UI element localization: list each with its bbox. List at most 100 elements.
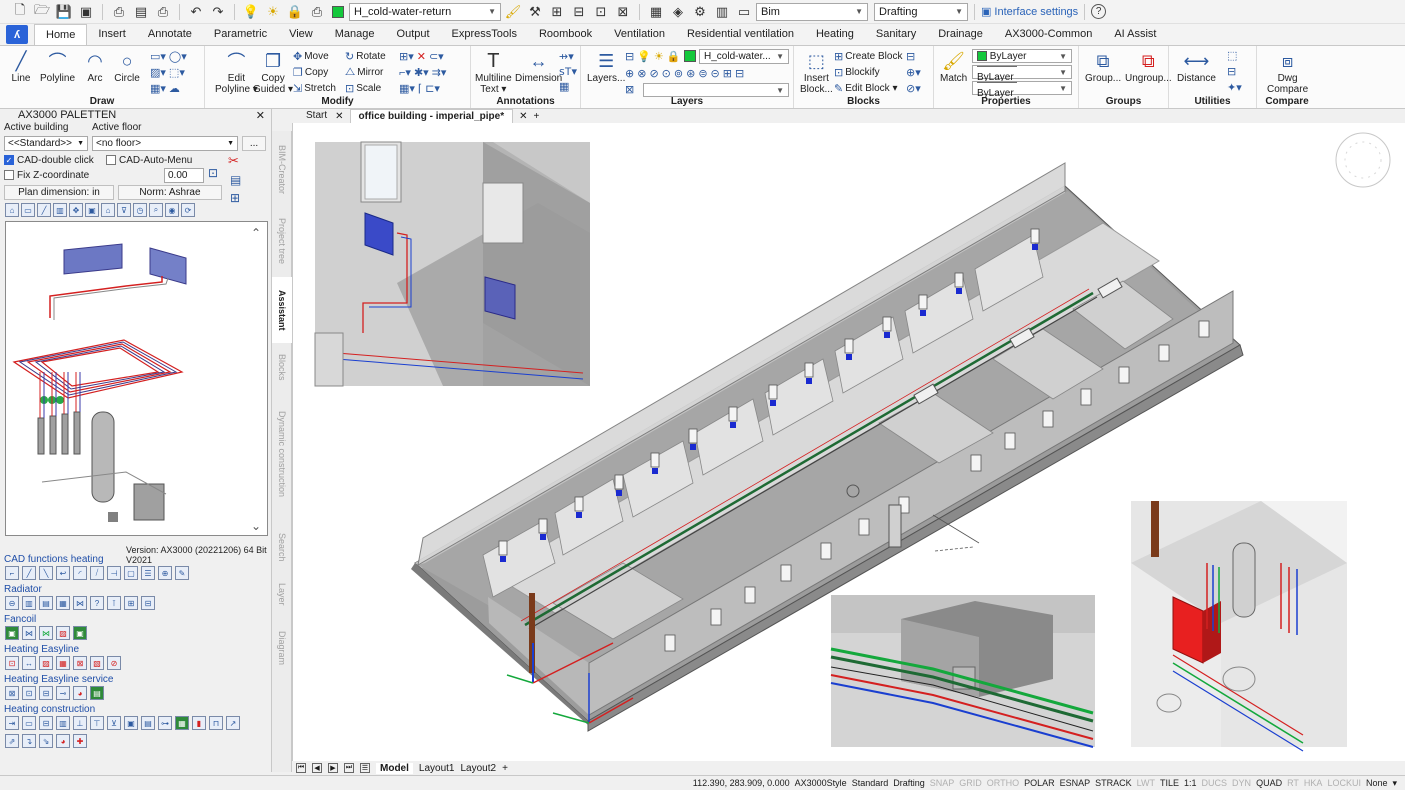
layer-combo[interactable]: H_cold-water-return ▼ <box>349 2 501 21</box>
side-tab-diagram[interactable]: Diagram <box>272 625 292 671</box>
tab-roombook[interactable]: Roombook <box>528 24 603 45</box>
rectangle-icon[interactable]: ▭▾ <box>150 50 166 63</box>
easyline-c-icon[interactable]: ▨ <box>39 656 53 670</box>
save-as-icon[interactable]: ▣ <box>76 2 96 22</box>
layer-tools-row-2[interactable]: ⊕ ⊗ ⊘ ⊙ ⊚ ⊛ ⊜ ⊝ ⊞ ⊟ <box>625 67 744 80</box>
construct-d-icon[interactable]: ▥ <box>56 716 70 730</box>
print-icon[interactable]: ⎙ <box>153 2 173 22</box>
collapse-down-icon[interactable]: ⌄ <box>251 519 261 533</box>
ungroup-button[interactable]: ⧉ Ungroup... <box>1125 49 1172 85</box>
properties-icon[interactable]: ▥ <box>712 2 732 22</box>
join-icon[interactable]: ⌈ <box>418 82 422 95</box>
side-tab-assistant[interactable]: Assistant <box>272 277 292 343</box>
layers-button[interactable]: ☰ Layers... <box>587 49 625 85</box>
toggle-lwt[interactable]: LWT <box>1137 778 1155 788</box>
workspace-icon[interactable]: ▭ <box>734 2 754 22</box>
text-style-icon[interactable]: ꜱT▾ <box>559 65 577 78</box>
toggle-snap[interactable]: SNAP <box>930 778 955 788</box>
break-icon[interactable]: ⊏▾ <box>425 82 440 95</box>
layer-state-manager-icon[interactable]: ⊠ <box>625 83 634 96</box>
layer-unlock-icon[interactable]: ⊙ <box>662 67 671 80</box>
layer-match-icon[interactable]: ⊕ <box>625 67 634 80</box>
close-icon[interactable]: ✕ <box>256 109 265 122</box>
layer-walk-icon[interactable]: ⊟ <box>569 2 589 22</box>
leader-icon[interactable]: ⇸▾ <box>559 50 577 63</box>
status-style[interactable]: AX3000Style <box>795 778 847 788</box>
radiator-b-icon[interactable]: ▤ <box>39 596 53 610</box>
service-f-icon[interactable]: ▤ <box>90 686 104 700</box>
layout-menu-icon[interactable]: ☰ <box>360 763 370 773</box>
move-tool-icon[interactable]: ✥ <box>69 203 83 217</box>
fancoil-a-icon[interactable]: ▣ <box>5 626 19 640</box>
easyline-g-icon[interactable]: ⊘ <box>107 656 121 670</box>
block-define-icon[interactable]: ⊕▾ <box>906 66 921 79</box>
lock-icon[interactable]: 🔒 <box>285 2 305 22</box>
lineweight-combo[interactable]: ———— ByLayer ▼ <box>972 77 1072 99</box>
tab-residential-ventilation[interactable]: Residential ventilation <box>676 24 805 45</box>
easyline-d-icon[interactable]: ▦ <box>56 656 70 670</box>
doc-tab-start[interactable]: Start <box>298 109 335 123</box>
radiator-tool-icon[interactable]: ▥ <box>53 203 67 217</box>
radiator-valve-icon[interactable]: ⋈ <box>73 596 87 610</box>
match-button[interactable]: 🖌 Match <box>940 49 967 85</box>
open-file-icon[interactable]: 🗁 <box>32 2 52 22</box>
layer-iso-icon[interactable]: ⊡ <box>591 2 611 22</box>
tab-sanitary[interactable]: Sanitary <box>865 24 927 45</box>
layer-copy-icon[interactable]: ⊞ <box>723 67 732 80</box>
undo-icon[interactable]: ↶ <box>186 2 206 22</box>
toggle-none[interactable]: None <box>1366 778 1388 788</box>
utility-tools[interactable]: ⬚ ⊟ ✦▾ <box>1227 49 1242 94</box>
toggle-hka[interactable]: HKA <box>1304 778 1323 788</box>
return-tool-icon[interactable]: ↩ <box>56 566 70 580</box>
rotate-button[interactable]: ↻ Rotate <box>345 50 386 63</box>
point-icon[interactable]: ✦▾ <box>1227 81 1242 94</box>
mirror-button[interactable]: ⧍ Mirror <box>345 66 383 79</box>
hatch-icon[interactable]: ▨▾ <box>150 66 166 79</box>
construct-a-icon[interactable]: ⇥ <box>5 716 19 730</box>
copy-guided-button[interactable]: ❐ Copy Guided ▾ <box>253 49 293 96</box>
building-icon[interactable]: ⌂ <box>5 203 19 217</box>
layer-walk-icon[interactable]: ⊚ <box>674 67 683 80</box>
square-tool-icon[interactable]: ▢ <box>124 566 138 580</box>
layer-state-icon[interactable]: ⊞ <box>547 2 567 22</box>
cad-auto-menu-checkbox[interactable]: CAD-Auto-Menu <box>106 155 192 166</box>
tools-cross-icon[interactable]: ✂ <box>228 153 239 169</box>
scale-button[interactable]: ⊡ Scale <box>345 82 381 95</box>
layer-print-icon[interactable]: ⎙ <box>307 2 327 22</box>
app-menu-button[interactable]: ʎ <box>6 25 28 44</box>
group-button[interactable]: ⧉ Group... <box>1085 49 1121 85</box>
edit-block-button[interactable]: ✎ Edit Block ▾ <box>834 82 897 95</box>
interface-settings-link[interactable]: ▣ Interface settings <box>981 5 1078 19</box>
floor-select[interactable]: <no floor> ▼ <box>92 136 238 151</box>
modify-tools-row-3[interactable]: ▦▾ ⌈ ⊏▾ <box>399 82 440 95</box>
circle-button[interactable]: ○ Circle <box>114 49 140 85</box>
zoom-icon[interactable]: ⌕ <box>149 203 163 217</box>
modify-tools-row-2[interactable]: ⌐▾ ✱▾ ⇉▾ <box>399 66 446 79</box>
filter-icon[interactable]: ⊽ <box>117 203 131 217</box>
fancoil-c-icon[interactable]: ⋈ <box>39 626 53 640</box>
radiator-d-icon[interactable]: ⊞ <box>124 596 138 610</box>
tab-expresstools[interactable]: ExpressTools <box>441 24 528 45</box>
tab-annotate[interactable]: Annotate <box>137 24 203 45</box>
sun-icon[interactable]: ☀ <box>263 2 283 22</box>
construct-r-icon[interactable]: ◕ <box>56 734 70 748</box>
plot-icon[interactable]: ▤ <box>131 2 151 22</box>
layer-filter-combo[interactable]: ▼ <box>643 83 789 97</box>
dwg-compare-button[interactable]: ⧈ Dwg Compare <box>1267 49 1308 96</box>
quick-select-icon[interactable]: ⊟ <box>1227 65 1242 78</box>
polyline-tool-icon[interactable]: ⌐ <box>5 566 19 580</box>
status-standard[interactable]: Standard <box>852 778 889 788</box>
annotation-table-icon[interactable]: ▦ <box>559 80 577 93</box>
layer-prev-icon[interactable]: ⊟ <box>625 50 634 63</box>
close-icon[interactable]: ✕ <box>335 111 343 122</box>
modify-tools-row-1[interactable]: ⊞▾ ✕ ⊂▾ <box>399 50 444 63</box>
layer-state-icons[interactable]: ⊟ 💡 ☀ 🔒 <box>625 50 696 63</box>
construct-m-icon[interactable]: ⊓ <box>209 716 223 730</box>
side-tab-search[interactable]: Search <box>272 527 292 567</box>
region-icon[interactable]: ⬚▾ <box>169 66 185 79</box>
redo-icon[interactable]: ↷ <box>208 2 228 22</box>
line-tool-icon[interactable]: ╱ <box>22 566 36 580</box>
construct-p-icon[interactable]: ↴ <box>22 734 36 748</box>
construct-j-icon[interactable]: ⊶ <box>158 716 172 730</box>
radiator-thermo-icon[interactable]: ⊺ <box>107 596 121 610</box>
